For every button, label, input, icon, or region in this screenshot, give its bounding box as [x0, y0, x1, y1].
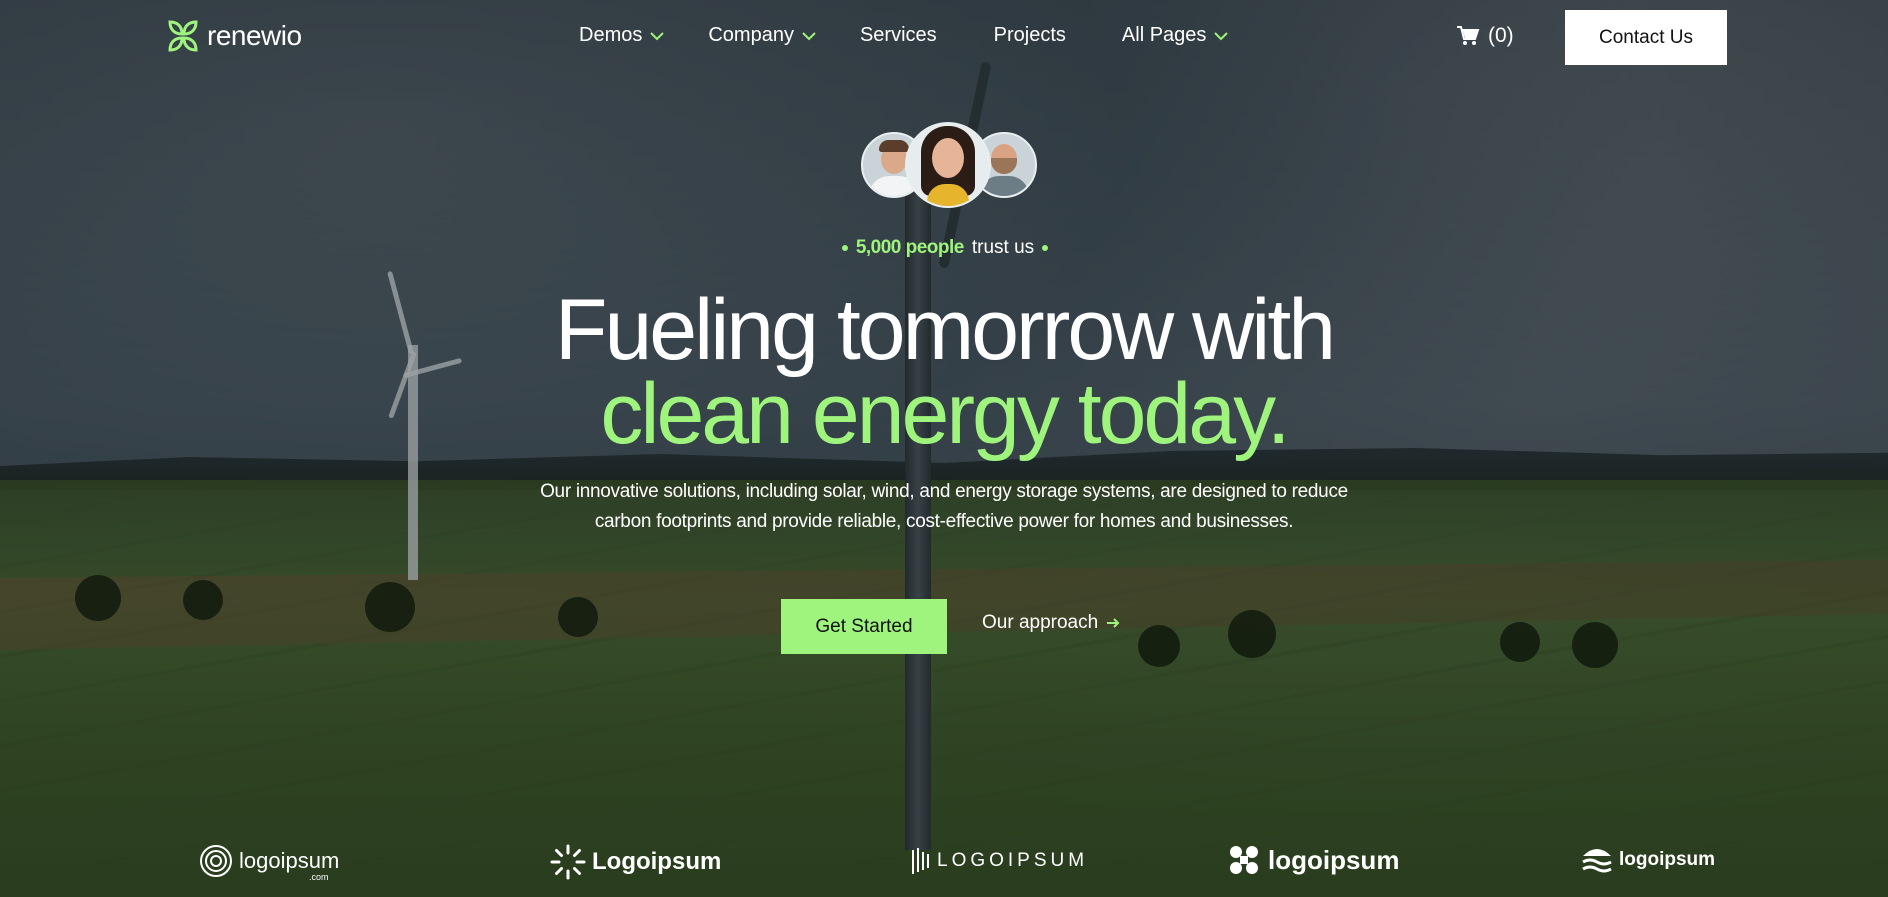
top-navigation: renewio Demos Company Services Projects … — [0, 0, 1888, 76]
our-approach-link[interactable]: Our approach — [982, 612, 1120, 634]
nav-item-label: Company — [708, 24, 794, 46]
nav-item-label: Demos — [579, 24, 643, 46]
partner-logo-text: LOGOIPSUM — [937, 850, 1089, 871]
trust-count: 5,000 people — [855, 237, 965, 258]
nav-item-label: Services — [859, 24, 937, 46]
sunburst-logo-icon — [550, 844, 586, 880]
main-menu: Demos Company Services Projects All Page… — [579, 24, 1272, 47]
partner-logos: logoipsum .com Logoipsum LOGOIPSUM logoi… — [0, 838, 1888, 888]
waves-logo-icon — [1582, 849, 1612, 873]
our-approach-label: Our approach — [982, 612, 1099, 633]
headline-line-1: Fueling tomorrow with — [554, 282, 1336, 378]
trust-badge: 5,000 people trust us — [840, 237, 1050, 259]
partner-logo-5: logoipsum — [1581, 846, 1715, 874]
headline-line-2: clean energy today. — [600, 366, 1290, 462]
chevron-down-icon — [802, 31, 816, 40]
bars-logo-icon — [912, 848, 929, 874]
dot-icon — [1042, 245, 1049, 251]
dots-logo-icon — [1230, 846, 1258, 874]
hero-background: renewio Demos Company Services Projects … — [0, 0, 1888, 897]
partner-logo-2: Logoipsum — [550, 844, 721, 880]
nav-item-all-pages[interactable]: All Pages — [1122, 24, 1229, 47]
spiral-logo-icon — [200, 845, 232, 877]
partner-logo-4: logoipsum — [1226, 842, 1399, 878]
arrow-right-icon — [1107, 618, 1120, 628]
dot-icon — [841, 245, 848, 251]
get-started-button[interactable]: Get Started — [781, 599, 947, 654]
nav-item-services[interactable]: Services — [860, 24, 937, 47]
nav-item-label: Projects — [993, 24, 1066, 46]
partner-logo-text: logoipsum — [1268, 844, 1400, 875]
avatar — [905, 122, 991, 208]
nav-item-company[interactable]: Company — [708, 24, 816, 47]
avatar-group — [861, 122, 1037, 212]
cart-count: (0) — [1488, 24, 1514, 47]
nav-item-projects[interactable]: Projects — [994, 24, 1066, 47]
partner-logo-text: logoipsum — [239, 848, 340, 873]
brand-logo[interactable]: renewio — [167, 19, 302, 53]
partner-logo-sub: .com — [309, 872, 329, 882]
nav-item-label: All Pages — [1121, 24, 1207, 46]
partner-logo-text: logoipsum — [1619, 849, 1716, 870]
chevron-down-icon — [650, 31, 665, 40]
partner-logo-3: LOGOIPSUM — [911, 846, 1088, 876]
partner-logo-text: Logoipsum — [592, 848, 722, 875]
nav-item-demos[interactable]: Demos — [579, 24, 665, 47]
contact-us-button[interactable]: Contact Us — [1565, 10, 1727, 65]
brand-name: renewio — [207, 20, 302, 51]
trust-text: trust us — [971, 237, 1035, 258]
cart-icon — [1457, 26, 1480, 45]
hero-description: Our innovative solutions, including sola… — [540, 481, 1348, 532]
leaf-logo-icon — [168, 20, 198, 52]
partner-logo-1: logoipsum .com — [199, 844, 340, 882]
cart-button[interactable]: (0) — [1456, 24, 1514, 48]
chevron-down-icon — [1214, 31, 1229, 40]
